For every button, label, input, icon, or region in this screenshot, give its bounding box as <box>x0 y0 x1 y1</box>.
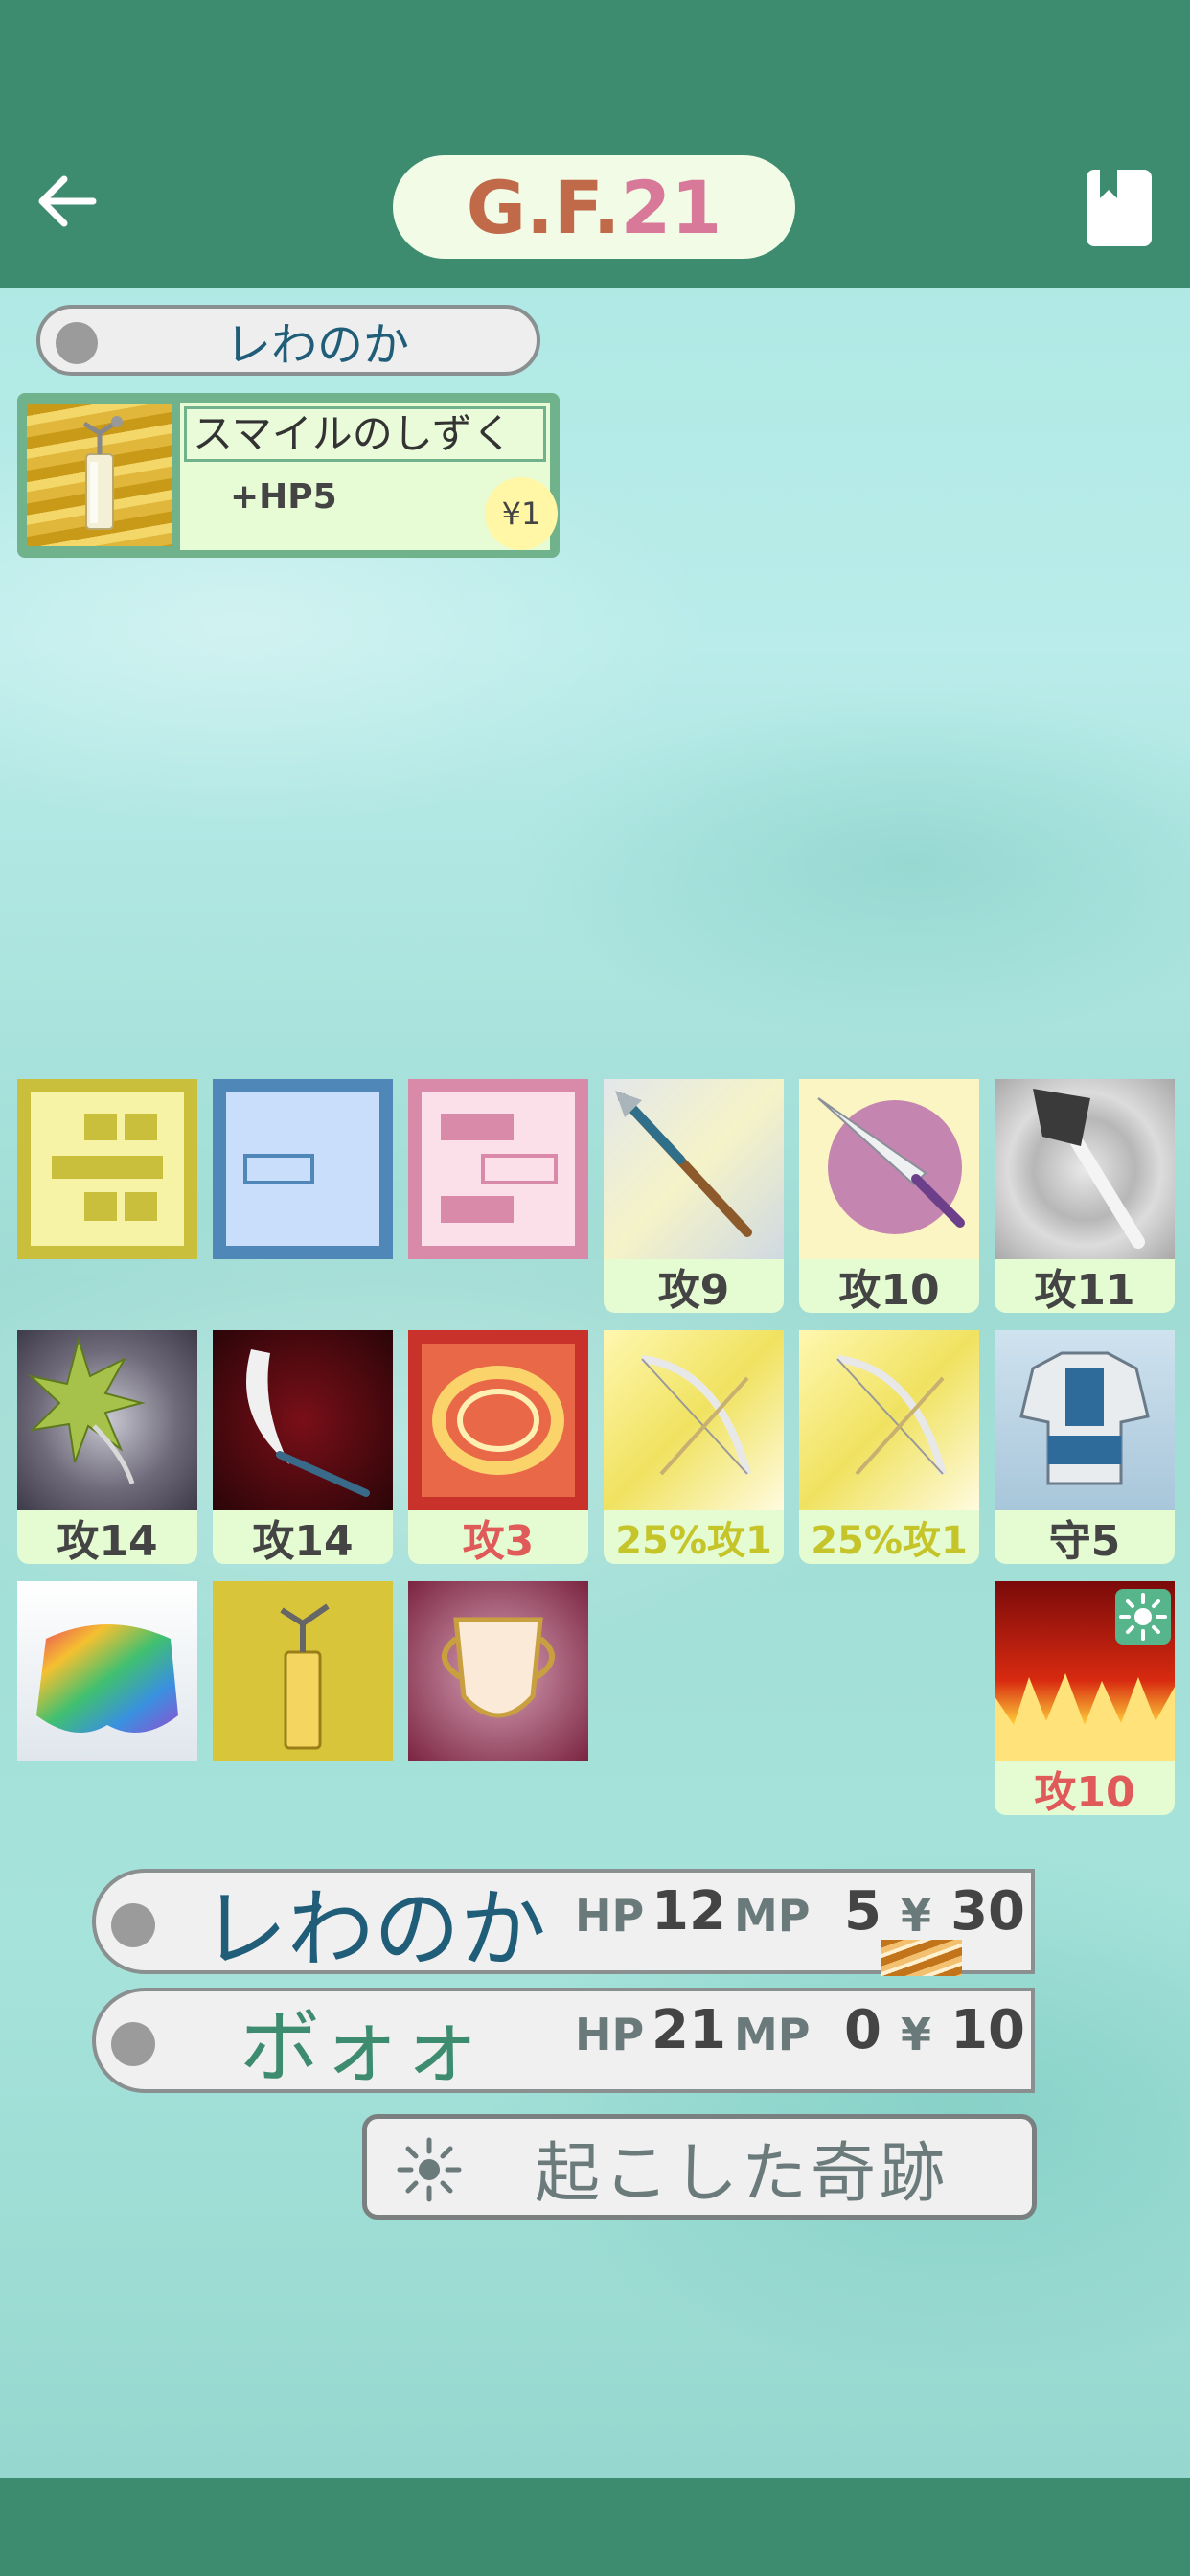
hp-label: HP <box>575 2009 645 2060</box>
bow-icon <box>641 1355 751 1476</box>
sun-burst-icon <box>397 2137 462 2202</box>
hp-value: 21 <box>652 1999 726 2061</box>
player-status-1[interactable]: レわのか HP 12 MP 5 ¥ 30 <box>92 1869 1035 1980</box>
item-info: スマイルのしずく +HP5 ¥1 <box>180 402 558 550</box>
vase-icon <box>442 1617 555 1718</box>
item-rainbow-cape[interactable] <box>17 1581 197 1761</box>
yen-label: ¥ <box>901 2009 932 2060</box>
bow-icon <box>836 1355 947 1476</box>
player-status-2[interactable]: ボォォ HP 21 MP 0 ¥ 10 <box>92 1988 1035 2094</box>
player-indicator-dot <box>111 1903 155 1947</box>
title-number: 21 <box>620 164 722 250</box>
blank-card-pink[interactable] <box>408 1079 588 1259</box>
spike-ball-icon <box>27 1336 146 1484</box>
money-value: 30 <box>950 1880 1025 1943</box>
miracle-button-label: 起こした奇跡 <box>535 2135 950 2212</box>
scythe-icon <box>246 1349 370 1497</box>
hp-label: HP <box>575 1890 645 1942</box>
money-value: 10 <box>950 1999 1025 2061</box>
caption-fire-ring: 攻3 <box>408 1510 588 1564</box>
card-pattern-icon <box>31 1092 184 1246</box>
current-player-tag[interactable]: レわのか <box>36 305 540 376</box>
top-bar: G.F. 21 <box>0 0 1190 288</box>
caption-scythe: 攻14 <box>213 1510 393 1564</box>
spell-fire-ring[interactable] <box>408 1330 588 1510</box>
arrow-left-icon <box>38 175 97 227</box>
bookmark-book-icon <box>1100 170 1117 198</box>
player-name: ボォォ <box>240 1999 482 2094</box>
player-name: レわのか <box>201 1879 546 1980</box>
armor-chestplate[interactable] <box>995 1330 1175 1510</box>
blank-card-blue[interactable] <box>213 1079 393 1259</box>
caption-axe: 攻11 <box>995 1259 1175 1313</box>
fire-ring-icon <box>422 1344 575 1497</box>
caption-bow-2: 25%攻1 <box>799 1510 979 1564</box>
sun-badge-icon <box>1115 1589 1171 1644</box>
miracle-button[interactable]: 起こした奇跡 <box>362 2114 1037 2220</box>
item-price-badge: ¥1 <box>485 477 558 550</box>
game-title: G.F. 21 <box>393 155 795 259</box>
bottom-bar <box>0 2478 1190 2576</box>
caption-bow-1: 25%攻1 <box>604 1510 784 1564</box>
weapon-bow-1[interactable] <box>604 1330 784 1510</box>
player-indicator-dot <box>56 322 98 364</box>
bottle-icon <box>280 1603 330 1750</box>
item-effect: +HP5 <box>230 477 337 517</box>
title-prefix: G.F. <box>466 164 621 250</box>
item-name: スマイルのしずく <box>184 406 546 462</box>
item-card[interactable]: スマイルのしずく +HP5 ¥1 <box>17 393 560 558</box>
weapon-scythe[interactable] <box>213 1330 393 1510</box>
item-thumbnail <box>27 404 172 546</box>
caption-spike-ball: 攻14 <box>17 1510 197 1564</box>
bookmark-book-button[interactable] <box>1087 170 1152 246</box>
axe-icon <box>1033 1089 1145 1249</box>
weapon-axe[interactable] <box>995 1079 1175 1259</box>
item-smile-drop[interactable] <box>213 1581 393 1761</box>
knife-icon <box>817 1097 965 1234</box>
player-indicator-dot <box>111 2022 155 2066</box>
weapon-knife[interactable] <box>799 1079 979 1259</box>
back-button[interactable] <box>29 163 105 240</box>
weapon-bow-2[interactable] <box>799 1330 979 1510</box>
current-player-name: レわのか <box>224 318 409 372</box>
mp-value: 0 <box>844 1999 881 2061</box>
caption-spear: 攻9 <box>604 1259 784 1313</box>
blank-card-yellow[interactable] <box>17 1079 197 1259</box>
held-item-icon <box>881 1940 962 1976</box>
card-pattern-icon <box>422 1092 575 1246</box>
caption-knife: 攻10 <box>799 1259 979 1313</box>
mp-value: 5 <box>844 1880 881 1943</box>
armor-icon <box>1019 1351 1150 1485</box>
weapon-spike-ball[interactable] <box>17 1330 197 1510</box>
caption-flame: 攻10 <box>995 1761 1175 1815</box>
mp-label: MP <box>734 2009 811 2060</box>
weapon-spear[interactable] <box>604 1079 784 1259</box>
spell-flame[interactable] <box>995 1581 1175 1761</box>
item-vase[interactable] <box>408 1581 588 1761</box>
card-pattern-icon <box>226 1092 379 1246</box>
spear-icon <box>615 1091 752 1237</box>
yen-label: ¥ <box>901 1890 932 1942</box>
caption-armor: 守5 <box>995 1510 1175 1564</box>
rainbow-cape-icon <box>36 1624 178 1733</box>
hp-value: 12 <box>652 1880 726 1943</box>
mp-label: MP <box>734 1890 811 1942</box>
